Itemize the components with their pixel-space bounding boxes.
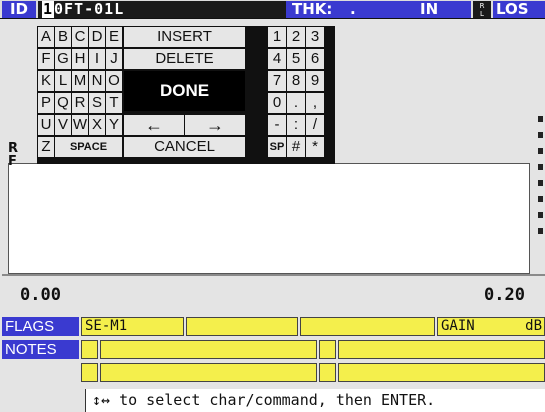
key-m[interactable]: M bbox=[72, 71, 88, 91]
key-d[interactable]: D bbox=[89, 27, 105, 47]
gain-label: GAIN bbox=[441, 318, 475, 334]
flag-field-3[interactable] bbox=[300, 317, 435, 336]
notes-field-1a[interactable] bbox=[81, 340, 98, 359]
thk-label: THK: bbox=[292, 0, 333, 18]
axis-divider bbox=[2, 274, 545, 276]
delete-button[interactable]: DELETE bbox=[124, 49, 245, 69]
gain-unit: dB bbox=[525, 318, 542, 334]
id-value-text: 0FT-01L bbox=[54, 0, 125, 18]
key-i[interactable]: I bbox=[89, 49, 105, 69]
key-n[interactable]: N bbox=[89, 71, 105, 91]
insert-button[interactable]: INSERT bbox=[124, 27, 245, 47]
id-value-field[interactable]: 10FT-01L bbox=[38, 1, 286, 18]
thickness-readout: THK: . IN bbox=[286, 1, 471, 18]
key-6[interactable]: 6 bbox=[306, 49, 324, 69]
flags-label: FLAGS bbox=[2, 317, 79, 336]
key-0[interactable]: 0 bbox=[268, 93, 286, 113]
key-asterisk[interactable]: * bbox=[306, 137, 324, 157]
rf-label-f: F bbox=[8, 154, 17, 169]
key-f[interactable]: F bbox=[38, 49, 54, 69]
key-2[interactable]: 2 bbox=[287, 27, 305, 47]
key-w[interactable]: W bbox=[72, 115, 88, 135]
rl-indicator: R L bbox=[473, 1, 491, 18]
key-colon[interactable]: : bbox=[287, 115, 305, 135]
waveform-graph bbox=[8, 163, 530, 274]
right-arrow-icon[interactable]: → bbox=[185, 115, 245, 135]
key-4[interactable]: 4 bbox=[268, 49, 286, 69]
virtual-keyboard: A B C D E F G H I J K L M N O P Q R S T … bbox=[37, 26, 335, 164]
notes-label: NOTES bbox=[2, 340, 79, 359]
key-c[interactable]: C bbox=[72, 27, 88, 47]
notes-field-1d[interactable] bbox=[338, 340, 545, 359]
key-j[interactable]: J bbox=[106, 49, 122, 69]
cancel-button[interactable]: CANCEL bbox=[124, 137, 245, 157]
key-p[interactable]: P bbox=[38, 93, 54, 113]
los-indicator: LOS bbox=[493, 1, 545, 18]
key-v[interactable]: V bbox=[55, 115, 71, 135]
key-9[interactable]: 9 bbox=[306, 71, 324, 91]
notes-field-2a[interactable] bbox=[81, 363, 98, 382]
done-button[interactable]: DONE bbox=[124, 71, 245, 111]
notes-field-2b[interactable] bbox=[100, 363, 317, 382]
notes-field-1c[interactable] bbox=[319, 340, 336, 359]
help-hint: ↕↔ to select char/command, then ENTER. bbox=[85, 389, 545, 412]
key-8[interactable]: 8 bbox=[287, 71, 305, 91]
key-r[interactable]: R bbox=[72, 93, 88, 113]
right-scale-ticks bbox=[538, 116, 543, 234]
id-label: ID bbox=[2, 1, 36, 18]
key-u[interactable]: U bbox=[38, 115, 54, 135]
axis-max-value: 0.20 bbox=[484, 285, 525, 305]
flag-field-1[interactable]: SE-M1 bbox=[81, 317, 184, 336]
space-key[interactable]: SPACE bbox=[55, 137, 122, 157]
key-h[interactable]: H bbox=[72, 49, 88, 69]
key-7[interactable]: 7 bbox=[268, 71, 286, 91]
thk-unit: IN bbox=[420, 0, 439, 18]
notes-field-2d[interactable] bbox=[338, 363, 545, 382]
key-1[interactable]: 1 bbox=[268, 27, 286, 47]
key-5[interactable]: 5 bbox=[287, 49, 305, 69]
key-dash[interactable]: - bbox=[268, 115, 286, 135]
key-l[interactable]: L bbox=[55, 71, 71, 91]
key-sp[interactable]: SP bbox=[268, 137, 286, 157]
key-period[interactable]: . bbox=[287, 93, 305, 113]
key-s[interactable]: S bbox=[89, 93, 105, 113]
key-hash[interactable]: # bbox=[287, 137, 305, 157]
key-k[interactable]: K bbox=[38, 71, 54, 91]
id-cursor-char: 1 bbox=[42, 0, 55, 18]
key-comma[interactable]: , bbox=[306, 93, 324, 113]
notes-field-1b[interactable] bbox=[100, 340, 317, 359]
key-t[interactable]: T bbox=[106, 93, 122, 113]
key-z[interactable]: Z bbox=[38, 137, 54, 157]
left-arrow-icon[interactable]: ← bbox=[124, 115, 184, 135]
key-y[interactable]: Y bbox=[106, 115, 122, 135]
key-b[interactable]: B bbox=[55, 27, 71, 47]
key-slash[interactable]: / bbox=[306, 115, 324, 135]
thk-value: . bbox=[350, 0, 356, 18]
gain-field: GAIN dB bbox=[437, 317, 545, 336]
axis-min-value: 0.00 bbox=[20, 285, 61, 305]
key-e[interactable]: E bbox=[106, 27, 122, 47]
rf-mode-label: R F bbox=[8, 142, 20, 168]
rl-top: R bbox=[479, 2, 485, 10]
rl-bottom: L bbox=[480, 10, 484, 18]
key-o[interactable]: O bbox=[106, 71, 122, 91]
flag-field-2[interactable] bbox=[186, 317, 298, 336]
key-g[interactable]: G bbox=[55, 49, 71, 69]
key-a[interactable]: A bbox=[38, 27, 54, 47]
key-x[interactable]: X bbox=[89, 115, 105, 135]
notes-field-2c[interactable] bbox=[319, 363, 336, 382]
key-q[interactable]: Q bbox=[55, 93, 71, 113]
key-3[interactable]: 3 bbox=[306, 27, 324, 47]
